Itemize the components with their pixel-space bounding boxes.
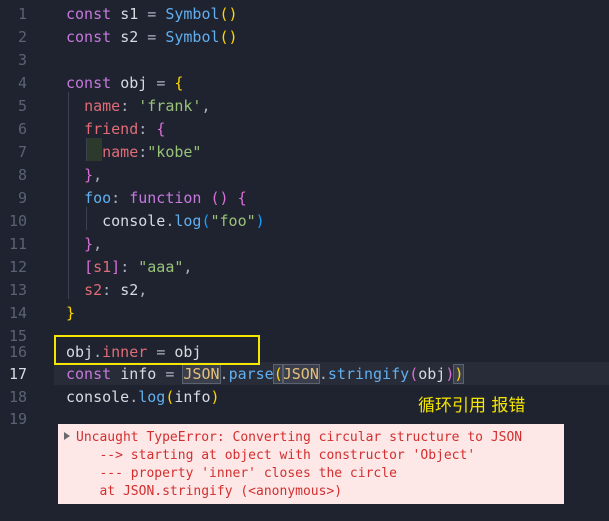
keyword: const xyxy=(66,365,112,383)
punctuation: , xyxy=(183,258,193,276)
string: "kobe" xyxy=(147,143,202,161)
bracket: { xyxy=(237,189,247,207)
console-error-box: Uncaught TypeError: Converting circular … xyxy=(58,424,564,504)
code-line-2[interactable]: const s2 = Symbol() xyxy=(0,26,609,49)
string: "aaa" xyxy=(138,258,184,276)
bracket: } xyxy=(66,304,76,322)
bracket: { xyxy=(156,120,166,138)
bracket: [ xyxy=(84,258,94,276)
annotation-label: 循环引用 报错 xyxy=(418,396,526,416)
bracket: ( xyxy=(272,364,284,384)
code-line-13[interactable]: s2: s2, xyxy=(0,279,609,302)
string: "foo" xyxy=(210,212,256,230)
class-name: JSON xyxy=(182,364,221,384)
identifier: info xyxy=(174,388,211,406)
identifier: info xyxy=(120,365,157,383)
string: 'frank' xyxy=(138,97,202,115)
function-name: stringify xyxy=(327,365,410,383)
operator: = xyxy=(165,365,175,383)
bracket: ) xyxy=(445,365,455,383)
bracket: ( xyxy=(201,212,211,230)
identifier: s2 xyxy=(120,281,139,299)
punctuation: , xyxy=(138,281,148,299)
bracket: ) xyxy=(210,388,220,406)
bracket: } xyxy=(84,166,94,184)
function-name: log xyxy=(174,212,202,230)
code-editor[interactable]: 1 2 3 4 5 6 7 8 9 10 11 12 13 14 15 16 1… xyxy=(0,0,609,521)
property: name xyxy=(84,97,121,115)
code-line-10[interactable]: console.log("foo") xyxy=(0,210,609,233)
class-name: JSON xyxy=(281,364,320,384)
error-line: Uncaught TypeError: Converting circular … xyxy=(76,430,523,445)
bracket: () xyxy=(219,28,238,46)
operator: : xyxy=(111,189,121,207)
punctuation: , xyxy=(93,235,103,253)
error-line: --> starting at object with constructor … xyxy=(76,448,476,463)
punctuation: , xyxy=(201,97,211,115)
bracket: { xyxy=(174,74,184,92)
bracket: ( xyxy=(409,365,419,383)
keyword: function xyxy=(129,189,202,207)
code-line-17[interactable]: const info = JSON.parse(JSON.stringify(o… xyxy=(0,363,609,386)
code-line-11[interactable]: }, xyxy=(0,233,609,256)
property: foo xyxy=(84,189,112,207)
code-line-5[interactable]: name: 'frank', xyxy=(0,95,609,118)
identifier: console xyxy=(66,388,130,406)
code-line-1[interactable]: const s1 = Symbol() xyxy=(0,3,609,26)
error-line: --- property 'inner' closes the circle xyxy=(76,466,397,481)
property: friend xyxy=(84,120,139,138)
code-line-9[interactable]: foo: function () { xyxy=(0,187,609,210)
identifier: s1 xyxy=(93,258,112,276)
operator: = xyxy=(147,28,157,46)
operator: : xyxy=(138,120,148,138)
function-name: Symbol xyxy=(165,5,220,23)
bracket: ) xyxy=(453,364,465,384)
keyword: const xyxy=(66,74,112,92)
punctuation: . xyxy=(219,365,229,383)
line-number: 19 xyxy=(8,410,27,428)
bracket: } xyxy=(84,235,94,253)
code-line-4[interactable]: const obj = { xyxy=(0,72,609,95)
line-number: 3 xyxy=(17,51,27,69)
expand-triangle-icon[interactable] xyxy=(64,432,70,440)
function-name: Symbol xyxy=(165,28,220,46)
function-name: log xyxy=(138,388,166,406)
keyword: const xyxy=(66,5,112,23)
bracket: () xyxy=(219,5,238,23)
identifier: obj xyxy=(418,365,446,383)
bracket: ) xyxy=(255,212,265,230)
operator: : xyxy=(120,97,130,115)
punctuation: , xyxy=(93,166,103,184)
operator: : xyxy=(138,143,148,161)
code-line-12[interactable]: [s1]: "aaa", xyxy=(0,256,609,279)
property: name xyxy=(102,143,139,161)
code-line-8[interactable]: }, xyxy=(0,164,609,187)
highlight-box xyxy=(54,335,260,365)
function-name: parse xyxy=(228,365,274,383)
keyword: const xyxy=(66,28,112,46)
error-line: at JSON.stringify (<anonymous>) xyxy=(76,484,343,499)
code-line-7[interactable]: name:"kobe" xyxy=(0,141,609,164)
operator: : xyxy=(102,281,112,299)
punctuation: . xyxy=(129,388,139,406)
operator: = xyxy=(147,5,157,23)
identifier: console xyxy=(102,212,166,230)
property: s2 xyxy=(84,281,103,299)
operator: : xyxy=(120,258,130,276)
identifier: s1 xyxy=(120,5,139,23)
operator: = xyxy=(156,74,166,92)
identifier: obj xyxy=(120,74,148,92)
bracket: () xyxy=(210,189,229,207)
punctuation: . xyxy=(318,365,328,383)
code-line-6[interactable]: friend: { xyxy=(0,118,609,141)
identifier: s2 xyxy=(120,28,139,46)
bracket: ] xyxy=(111,258,121,276)
code-line-14[interactable]: } xyxy=(0,302,609,325)
